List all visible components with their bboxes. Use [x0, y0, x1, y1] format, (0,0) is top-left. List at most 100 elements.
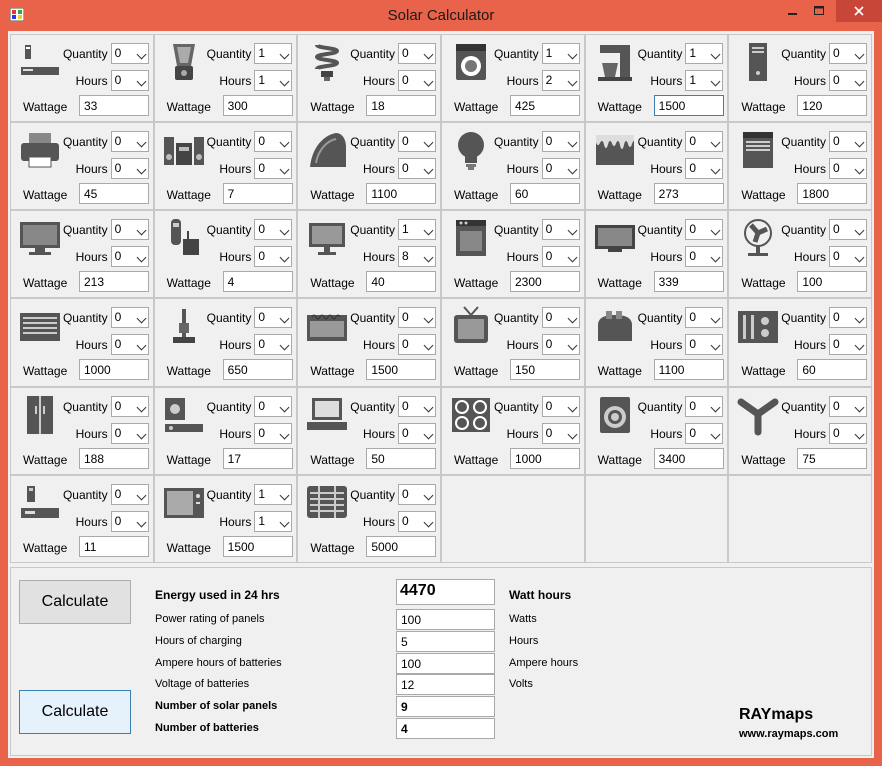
quantity-dropdown[interactable]: 0: [685, 395, 724, 417]
hours-dropdown[interactable]: 0: [829, 334, 867, 356]
quantity-dropdown[interactable]: 0: [829, 43, 867, 64]
wattage-input[interactable]: 1100: [653, 359, 724, 381]
quantity-dropdown[interactable]: 0: [829, 307, 867, 329]
wattage-input[interactable]: 4: [222, 271, 293, 293]
wattage-input[interactable]: 11: [79, 535, 149, 557]
quantity-dropdown[interactable]: 0: [398, 131, 436, 153]
hours-dropdown[interactable]: 1: [685, 70, 724, 91]
energy-value-field[interactable]: 4470: [396, 579, 495, 605]
wattage-input[interactable]: 7: [222, 183, 293, 205]
quantity-dropdown[interactable]: 0: [110, 483, 149, 505]
wattage-input[interactable]: 100: [797, 271, 868, 293]
wattage-input[interactable]: 60: [510, 183, 580, 205]
hours-dropdown[interactable]: 0: [110, 158, 149, 180]
wattage-input[interactable]: 1500: [653, 95, 724, 116]
hours-dropdown[interactable]: 0: [829, 422, 867, 444]
wattage-input[interactable]: 5000: [366, 535, 437, 557]
wattage-input[interactable]: 650: [222, 359, 293, 381]
wattage-input[interactable]: 1800: [797, 183, 868, 205]
hours-dropdown[interactable]: 0: [110, 510, 149, 532]
calculate-energy-button[interactable]: Calculate: [19, 580, 131, 624]
hours-dropdown[interactable]: 0: [110, 334, 149, 356]
wattage-input[interactable]: 3400: [653, 447, 724, 469]
hours-dropdown[interactable]: 0: [254, 246, 293, 268]
charging-hours-field[interactable]: 5: [396, 631, 495, 652]
wattage-input[interactable]: 60: [797, 359, 868, 381]
quantity-dropdown[interactable]: 0: [254, 307, 293, 329]
quantity-dropdown[interactable]: 0: [398, 395, 436, 417]
wattage-input[interactable]: 188: [79, 447, 149, 469]
quantity-dropdown[interactable]: 1: [685, 43, 724, 64]
hours-dropdown[interactable]: 0: [398, 422, 436, 444]
hours-dropdown[interactable]: 0: [685, 246, 724, 268]
wattage-input[interactable]: 33: [79, 95, 149, 116]
minimize-button[interactable]: [780, 0, 806, 22]
wattage-input[interactable]: 213: [79, 271, 149, 293]
wattage-input[interactable]: 18: [366, 95, 437, 116]
hours-dropdown[interactable]: 0: [541, 334, 580, 356]
wattage-input[interactable]: 75: [797, 447, 868, 469]
hours-dropdown[interactable]: 1: [254, 70, 293, 91]
batteries-field[interactable]: 4: [396, 718, 495, 739]
wattage-input[interactable]: 45: [79, 183, 149, 205]
quantity-dropdown[interactable]: 0: [398, 43, 436, 64]
maximize-button[interactable]: [806, 0, 832, 22]
wattage-input[interactable]: 50: [366, 447, 437, 469]
wattage-input[interactable]: 1500: [222, 535, 293, 557]
quantity-dropdown[interactable]: 0: [254, 395, 293, 417]
quantity-dropdown[interactable]: 0: [541, 219, 580, 241]
quantity-dropdown[interactable]: 1: [541, 43, 580, 64]
hours-dropdown[interactable]: 0: [829, 70, 867, 91]
quantity-dropdown[interactable]: 1: [254, 43, 293, 64]
hours-dropdown[interactable]: 0: [685, 334, 724, 356]
battery-voltage-field[interactable]: 12: [396, 674, 495, 695]
hours-dropdown[interactable]: 0: [685, 158, 724, 180]
wattage-input[interactable]: 17: [222, 447, 293, 469]
power-rating-field[interactable]: 100: [396, 609, 495, 630]
hours-dropdown[interactable]: 0: [254, 422, 293, 444]
close-button[interactable]: [836, 0, 882, 22]
hours-dropdown[interactable]: 1: [254, 510, 293, 532]
wattage-input[interactable]: 300: [222, 95, 293, 116]
quantity-dropdown[interactable]: 0: [254, 219, 293, 241]
quantity-dropdown[interactable]: 0: [541, 307, 580, 329]
wattage-input[interactable]: 339: [653, 271, 724, 293]
hours-dropdown[interactable]: 0: [398, 510, 436, 532]
quantity-dropdown[interactable]: 0: [541, 395, 580, 417]
hours-dropdown[interactable]: 0: [685, 422, 724, 444]
quantity-dropdown[interactable]: 0: [254, 131, 293, 153]
hours-dropdown[interactable]: 0: [110, 70, 149, 91]
calculate-sizing-button[interactable]: Calculate: [19, 690, 131, 734]
quantity-dropdown[interactable]: 0: [829, 131, 867, 153]
wattage-input[interactable]: 1500: [366, 359, 437, 381]
hours-dropdown[interactable]: 0: [398, 334, 436, 356]
hours-dropdown[interactable]: 0: [541, 422, 580, 444]
quantity-dropdown[interactable]: 0: [685, 219, 724, 241]
quantity-dropdown[interactable]: 1: [398, 219, 436, 241]
wattage-input[interactable]: 1000: [510, 447, 580, 469]
quantity-dropdown[interactable]: 0: [829, 219, 867, 241]
hours-dropdown[interactable]: 0: [110, 246, 149, 268]
hours-dropdown[interactable]: 0: [829, 158, 867, 180]
hours-dropdown[interactable]: 0: [829, 246, 867, 268]
hours-dropdown[interactable]: 0: [541, 158, 580, 180]
wattage-input[interactable]: 273: [653, 183, 724, 205]
hours-dropdown[interactable]: 0: [110, 422, 149, 444]
hours-dropdown[interactable]: 0: [254, 158, 293, 180]
quantity-dropdown[interactable]: 0: [685, 131, 724, 153]
wattage-input[interactable]: 40: [366, 271, 437, 293]
wattage-input[interactable]: 1000: [79, 359, 149, 381]
hours-dropdown[interactable]: 8: [398, 246, 436, 268]
quantity-dropdown[interactable]: 0: [685, 307, 724, 329]
hours-dropdown[interactable]: 0: [541, 246, 580, 268]
quantity-dropdown[interactable]: 0: [829, 395, 867, 417]
wattage-input[interactable]: 425: [510, 95, 580, 116]
quantity-dropdown[interactable]: 0: [110, 307, 149, 329]
wattage-input[interactable]: 150: [510, 359, 580, 381]
title-bar[interactable]: Solar Calculator: [0, 0, 882, 31]
wattage-input[interactable]: 120: [797, 95, 868, 116]
solar-panels-field[interactable]: 9: [396, 696, 495, 717]
quantity-dropdown[interactable]: 0: [398, 483, 436, 505]
wattage-input[interactable]: 2300: [510, 271, 580, 293]
hours-dropdown[interactable]: 0: [398, 70, 436, 91]
